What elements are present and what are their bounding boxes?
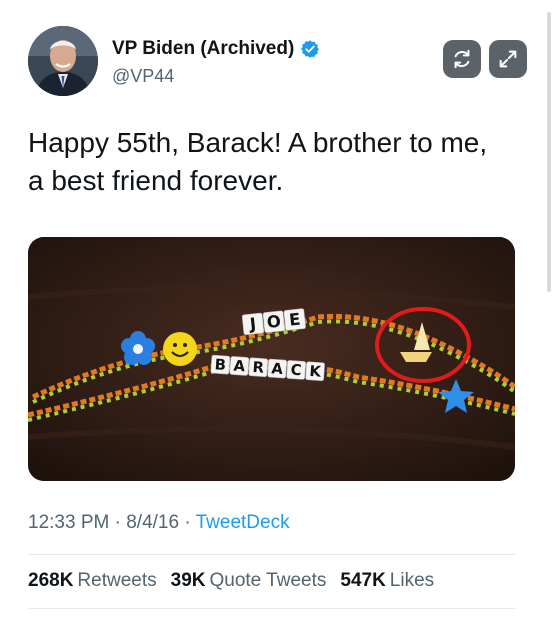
svg-text:O: O: [266, 312, 282, 332]
likes-count: 547K: [340, 570, 386, 591]
refresh-button[interactable]: [443, 40, 481, 78]
tweet-text: Happy 55th, Barack! A brother to me, a b…: [28, 124, 528, 200]
letter-bead: K: [305, 361, 325, 382]
expand-button[interactable]: [489, 40, 527, 78]
letter-bead: R: [248, 357, 269, 378]
tweet-text-line-1: Happy 55th, Barack! A brother to me,: [28, 127, 488, 158]
retweets-stat[interactable]: 268K Retweets: [28, 570, 157, 592]
svg-text:K: K: [309, 363, 322, 381]
meta-separator-1: ·: [114, 512, 121, 533]
retweets-count: 268K: [28, 570, 74, 591]
svg-text:C: C: [290, 362, 302, 380]
svg-text:B: B: [214, 356, 226, 374]
letter-bead: C: [286, 360, 306, 380]
tweet-time[interactable]: 12:33 PM: [28, 512, 109, 533]
letter-bead: J: [241, 312, 265, 335]
meta-separator-2: ·: [184, 512, 191, 533]
letter-bead: A: [229, 356, 250, 376]
author-name-row: VP Biden (Archived): [112, 38, 320, 60]
svg-text:A: A: [233, 358, 246, 376]
svg-text:A: A: [271, 360, 284, 378]
scrollbar[interactable]: [547, 12, 551, 292]
letter-bead: O: [262, 310, 285, 333]
likes-label: Likes: [389, 570, 435, 591]
refresh-icon: [454, 49, 470, 69]
likes-stat[interactable]: 547K Likes: [340, 570, 434, 592]
letter-bead: A: [267, 358, 287, 379]
expand-icon: [499, 50, 517, 68]
avatar[interactable]: [28, 26, 98, 96]
verified-badge-icon: [301, 40, 320, 58]
tweet-photo[interactable]: JOE BARACK: [28, 237, 515, 481]
quote-tweets-count: 39K: [170, 570, 206, 591]
bracelet-photo: JOE BARACK: [28, 237, 515, 481]
quote-tweets-label: Quote Tweets: [209, 570, 327, 591]
quote-tweets-stat[interactable]: 39K Quote Tweets: [171, 570, 327, 592]
retweets-label: Retweets: [77, 570, 157, 591]
author-name[interactable]: VP Biden (Archived): [112, 38, 294, 60]
divider: [28, 608, 515, 609]
tweet-meta: 12:33 PM · 8/4/16 · TweetDeck: [28, 512, 290, 534]
tweet-source[interactable]: TweetDeck: [196, 512, 290, 533]
tweet-header: VP Biden (Archived) @VP44: [28, 26, 527, 106]
svg-text:E: E: [288, 310, 301, 330]
author-handle[interactable]: @VP44: [112, 66, 174, 87]
letter-bead: B: [210, 354, 231, 375]
letter-bead: E: [283, 308, 306, 331]
smiley-bead: [163, 332, 197, 366]
tweet-text-line-2: a best friend forever.: [28, 165, 284, 196]
tweet-date[interactable]: 8/4/16: [126, 512, 179, 533]
tweet-stats: 268K Retweets 39K Quote Tweets 547K Likes: [28, 570, 448, 592]
svg-text:R: R: [252, 359, 265, 377]
divider: [28, 554, 515, 555]
